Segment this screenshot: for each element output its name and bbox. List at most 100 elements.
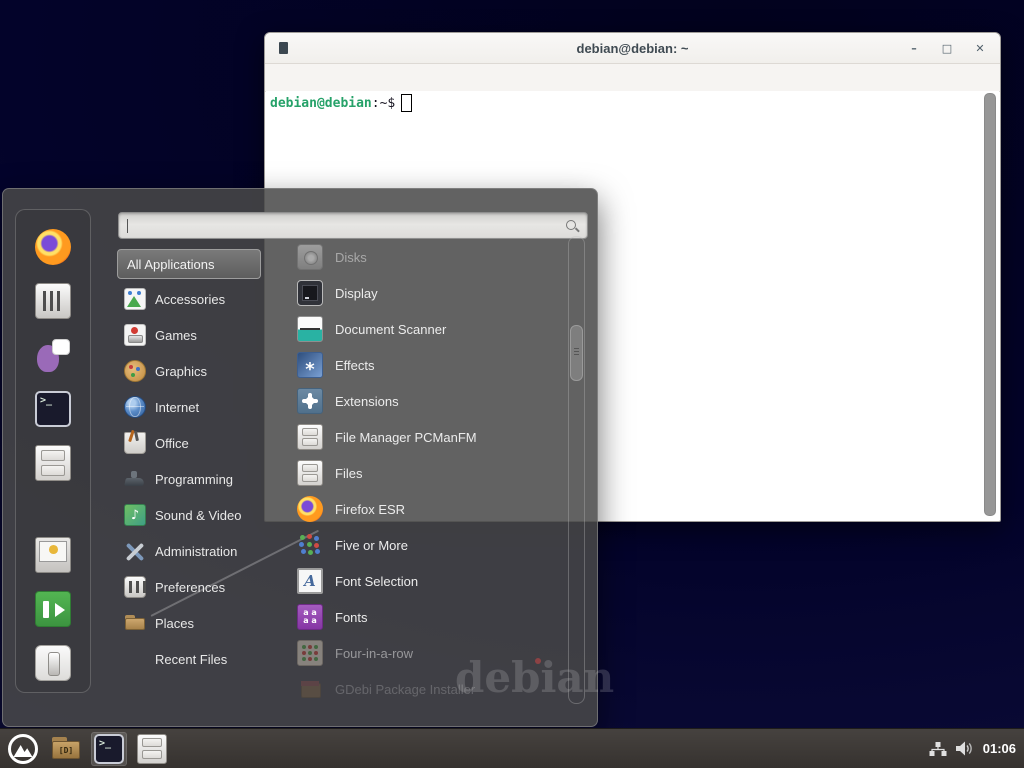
category-administration[interactable]: Administration [115, 533, 267, 569]
category-label: Graphics [155, 364, 207, 379]
category-sound-video[interactable]: Sound & Video [115, 497, 267, 533]
app-four-in-a-row[interactable]: Four-in-a-row [267, 635, 567, 671]
app-extensions[interactable]: Extensions [267, 383, 567, 419]
app-disks[interactable]: Disks [267, 239, 567, 275]
five-or-more-icon [297, 532, 323, 558]
terminal-menubar [265, 64, 1000, 92]
network-icon[interactable] [929, 742, 947, 756]
terminal-menu-file[interactable] [273, 75, 291, 81]
app-firefox-esr[interactable]: Firefox ESR [267, 491, 567, 527]
launcher-menu-button[interactable] [5, 732, 41, 766]
category-games[interactable]: Games [115, 317, 267, 353]
launcher-files-task[interactable] [134, 732, 170, 766]
category-all-applications[interactable]: All Applications [117, 249, 261, 279]
terminal-menu-terminal[interactable] [345, 75, 363, 81]
category-graphics[interactable]: Graphics [115, 353, 267, 389]
favorite-file-manager[interactable] [34, 444, 72, 482]
taskbar: [D] 01:06 [0, 728, 1024, 768]
search-icon [565, 219, 579, 233]
terminal-menu-view[interactable] [309, 75, 327, 81]
preferences-icon [124, 576, 146, 598]
gdebi-icon [297, 676, 323, 702]
category-recent-files[interactable]: Recent Files [115, 641, 267, 677]
category-label: Administration [155, 544, 237, 559]
games-icon [124, 324, 146, 346]
favorite-terminal[interactable] [34, 390, 72, 428]
search-input[interactable] [119, 213, 587, 238]
menu-icon [8, 734, 38, 764]
app-label: Display [335, 286, 378, 301]
favorite-firefox[interactable] [34, 228, 72, 266]
office-icon [124, 432, 146, 454]
category-label: Internet [155, 400, 199, 415]
administration-icon [124, 540, 146, 562]
category-places[interactable]: Places [115, 605, 267, 641]
app-label: Extensions [335, 394, 399, 409]
terminal-scrollbar-thumb[interactable] [984, 93, 996, 516]
app-five-or-more[interactable]: Five or More [267, 527, 567, 563]
app-document-scanner[interactable]: Document Scanner [267, 311, 567, 347]
extensions-icon [297, 388, 323, 414]
category-programming[interactable]: Programming [115, 461, 267, 497]
app-display[interactable]: Display [267, 275, 567, 311]
app-file-manager-pcmanfm[interactable]: File Manager PCManFM [267, 419, 567, 455]
app-label: Font Selection [335, 574, 418, 589]
favorite-settings[interactable] [34, 282, 72, 320]
favorites-panel [15, 209, 91, 693]
favorite-pidgin[interactable] [34, 336, 72, 374]
terminal-window-icon [279, 42, 288, 54]
app-label: Fonts [335, 610, 368, 625]
menu-search-box [118, 212, 588, 239]
launcher-terminal-task[interactable] [91, 732, 127, 766]
app-label: GDebi Package Installer [335, 682, 475, 697]
category-label: Games [155, 328, 197, 343]
app-files[interactable]: Files [267, 455, 567, 491]
app-label: File Manager PCManFM [335, 430, 477, 445]
favorite-logout[interactable] [34, 590, 72, 628]
four-in-a-row-icon [297, 640, 323, 666]
terminal-menu-search[interactable] [327, 75, 345, 81]
disks-icon [297, 244, 323, 270]
accessories-icon [124, 288, 146, 310]
app-gdebi-package-installer[interactable]: GDebi Package Installer [267, 671, 567, 707]
category-label: Accessories [155, 292, 225, 307]
favorite-shutdown[interactable] [34, 644, 72, 682]
app-fonts[interactable]: Fonts [267, 599, 567, 635]
effects-icon [297, 352, 323, 378]
terminal-menu-edit[interactable] [291, 75, 309, 81]
applications-scrollbar-thumb[interactable] [570, 325, 583, 381]
app-effects[interactable]: Effects [267, 347, 567, 383]
volume-icon[interactable] [956, 741, 974, 756]
close-button[interactable]: ✕ [974, 42, 986, 55]
maximize-button[interactable]: □ [941, 42, 953, 55]
category-label: Places [155, 616, 194, 631]
text-caret [127, 219, 128, 233]
category-preferences[interactable]: Preferences [115, 569, 267, 605]
folder-d-icon: [D] [51, 734, 81, 764]
launcher-desktop-folder[interactable]: [D] [48, 732, 84, 766]
terminal-menu-help[interactable] [363, 75, 381, 81]
taskbar-launchers: [D] [0, 732, 170, 766]
terminal-scrollbar[interactable] [984, 93, 997, 514]
category-accessories[interactable]: Accessories [115, 281, 267, 317]
firefox-icon [35, 229, 71, 265]
terminal-icon [94, 734, 124, 764]
internet-icon [124, 396, 146, 418]
minimize-button[interactable]: – [908, 42, 920, 55]
category-label: Preferences [155, 580, 225, 595]
favorite-screensaver[interactable] [34, 536, 72, 574]
app-font-selection[interactable]: Font Selection [267, 563, 567, 599]
clock[interactable]: 01:06 [983, 741, 1016, 756]
applications-scrollbar[interactable] [568, 236, 585, 704]
category-label: Sound & Video [155, 508, 242, 523]
category-internet[interactable]: Internet [115, 389, 267, 425]
category-office[interactable]: Office [115, 425, 267, 461]
terminal-window-title: debian@debian: ~ [577, 41, 689, 56]
terminal-titlebar[interactable]: debian@debian: ~ – □ ✕ [265, 33, 1000, 64]
app-label: Files [335, 466, 362, 481]
screensaver-icon [35, 537, 71, 573]
logout-icon [35, 591, 71, 627]
app-label: Four-in-a-row [335, 646, 413, 661]
app-label: Document Scanner [335, 322, 446, 337]
applications-list: Disks Display Document Scanner Effects E… [267, 239, 567, 707]
